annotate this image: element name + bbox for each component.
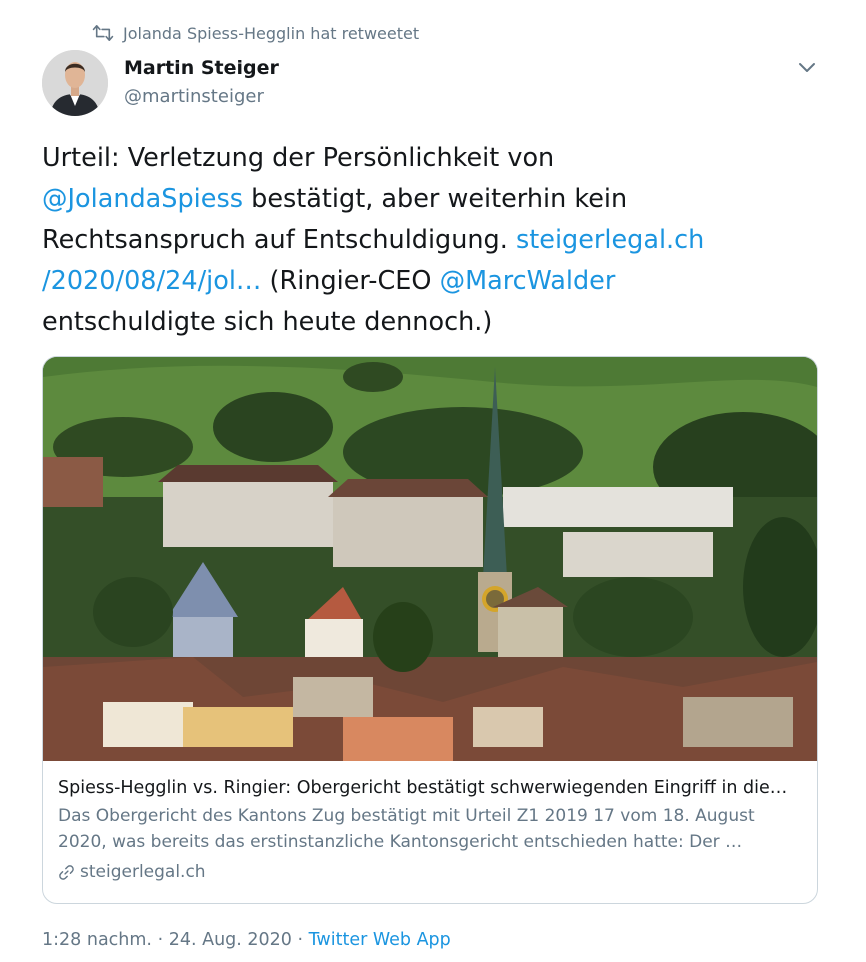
tweet-text-segment: Rechtsanspruch auf Entschuldigung. bbox=[42, 225, 516, 255]
card-body: Spiess-Hegglin vs. Ringier: Obergericht … bbox=[58, 775, 806, 885]
tweet-time[interactable]: 1:28 nachm. bbox=[42, 930, 152, 950]
retweet-context: Jolanda Spiess-Hegglin hat retweetet bbox=[92, 22, 419, 44]
tweet-line: @JolandaSpiess bestätigt, aber weiterhin… bbox=[42, 179, 822, 220]
tweet-line: /2020/08/24/jol… (Ringier-CEO @MarcWalde… bbox=[42, 261, 822, 302]
mention-jolandaspiess[interactable]: @JolandaSpiess bbox=[42, 184, 243, 214]
author-block: Martin Steiger @martinsteiger bbox=[124, 56, 279, 109]
tweet-line: Urteil: Verletzung der Persönlichkeit vo… bbox=[42, 138, 822, 179]
retweet-label[interactable]: Jolanda Spiess-Hegglin hat retweetet bbox=[123, 24, 419, 43]
card-domain[interactable]: steigerlegal.ch bbox=[58, 859, 806, 885]
tweet-link-part2[interactable]: /2020/08/24/jol… bbox=[42, 266, 261, 296]
tweet-source[interactable]: Twitter Web App bbox=[309, 930, 451, 950]
card-description: Das Obergericht des Kantons Zug bestätig… bbox=[58, 803, 806, 855]
tweet-text-segment: (Ringier-CEO bbox=[261, 266, 440, 296]
tweet-text-segment: entschuldigte sich heute dennoch.) bbox=[42, 307, 493, 337]
tweet-date[interactable]: 24. Aug. 2020 bbox=[169, 930, 292, 950]
author-name[interactable]: Martin Steiger bbox=[124, 56, 279, 80]
link-icon bbox=[59, 864, 74, 880]
avatar[interactable] bbox=[42, 50, 108, 116]
card-title[interactable]: Spiess-Hegglin vs. Ringier: Obergericht … bbox=[58, 775, 806, 801]
card-description-line: Das Obergericht des Kantons Zug bestätig… bbox=[58, 806, 755, 826]
tweet-meta: 1:28 nachm. · 24. Aug. 2020 · Twitter We… bbox=[42, 927, 451, 953]
card-domain-label: steigerlegal.ch bbox=[80, 862, 206, 882]
card-description-line: 2020, was bereits das erstinstanzliche K… bbox=[58, 832, 743, 852]
tweet-text-segment: Urteil: Verletzung der Persönlichkeit vo… bbox=[42, 143, 555, 173]
card-image[interactable] bbox=[43, 357, 817, 761]
tweet-line: Rechtsanspruch auf Entschuldigung. steig… bbox=[42, 220, 822, 261]
tweet-line: entschuldigte sich heute dennoch.) bbox=[42, 302, 822, 343]
chevron-down-icon[interactable] bbox=[795, 55, 819, 79]
retweet-icon bbox=[92, 24, 114, 42]
tweet-link-part1[interactable]: steigerlegal.ch bbox=[516, 225, 704, 255]
link-preview-card[interactable]: Spiess-Hegglin vs. Ringier: Obergericht … bbox=[42, 356, 818, 904]
author-handle[interactable]: @martinsteiger bbox=[124, 85, 279, 109]
tweet-text-segment: bestätigt, aber weiterhin kein bbox=[243, 184, 628, 214]
meta-separator: · bbox=[291, 930, 309, 950]
mention-marcwalder[interactable]: @MarcWalder bbox=[440, 266, 616, 296]
tweet-text: Urteil: Verletzung der Persönlichkeit vo… bbox=[42, 138, 822, 343]
meta-separator: · bbox=[152, 930, 169, 950]
